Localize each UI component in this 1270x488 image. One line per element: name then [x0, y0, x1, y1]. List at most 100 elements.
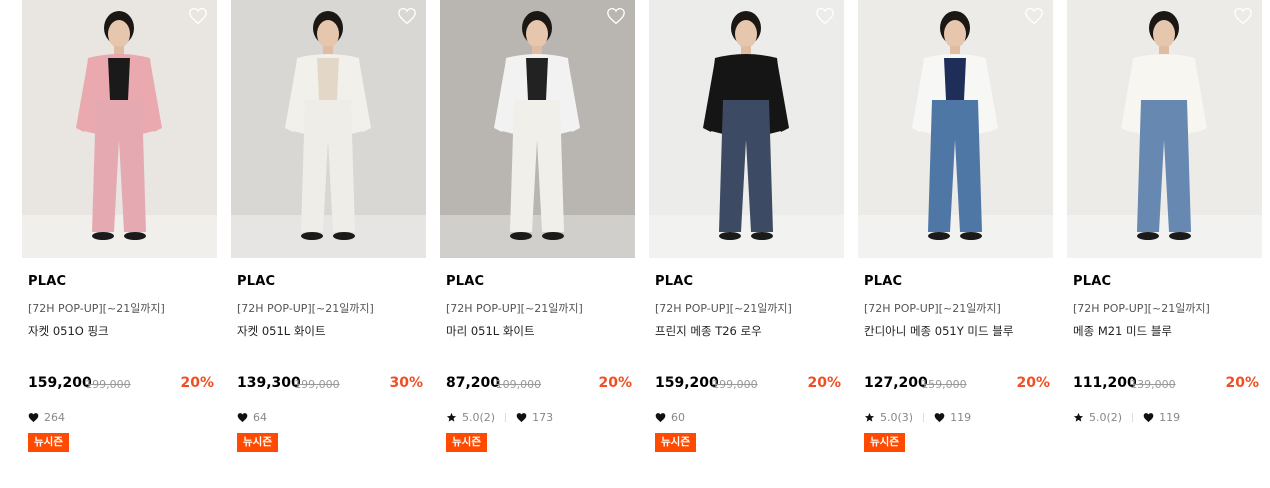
- product-image[interactable]: [22, 0, 217, 258]
- star-icon: [446, 412, 457, 422]
- original-price: 159,000: [921, 378, 967, 391]
- original-price: 139,000: [1130, 378, 1176, 391]
- new-season-badge: 뉴시즌: [864, 433, 905, 452]
- likes: 60: [655, 411, 685, 424]
- product-name[interactable]: 자켓 051O 핑크: [28, 323, 109, 339]
- promo-label: [72H POP-UP][~21일까지]: [28, 302, 165, 315]
- brand-name[interactable]: PLAC: [237, 274, 275, 289]
- product-card[interactable]: PLAC [72H POP-UP][~21일까지] 자켓 051L 화이트 13…: [231, 0, 426, 470]
- likes-count: 264: [44, 410, 65, 424]
- wishlist-heart-outline-icon[interactable]: [1024, 7, 1044, 25]
- brand-name[interactable]: PLAC: [655, 274, 693, 289]
- product-card[interactable]: PLAC [72H POP-UP][~21일까지] 마리 051L 화이트 87…: [440, 0, 635, 470]
- product-image[interactable]: [858, 0, 1053, 258]
- likes-count: 64: [253, 410, 267, 424]
- likes-count: 173: [532, 410, 554, 424]
- original-price: 109,000: [495, 378, 542, 391]
- heart-icon: [237, 412, 248, 422]
- meta-divider: [1132, 412, 1134, 422]
- brand-name[interactable]: PLAC: [446, 274, 484, 289]
- product-image[interactable]: [231, 0, 426, 258]
- product-image[interactable]: [440, 0, 635, 258]
- heart-icon: [1143, 412, 1154, 422]
- rating-value: 5.0(2): [1089, 410, 1123, 424]
- promo-label: [72H POP-UP][~21일까지]: [446, 302, 583, 315]
- product-name[interactable]: 마리 051L 화이트: [446, 323, 535, 339]
- likes: 119: [934, 411, 971, 424]
- product-meta: 5.0(3) 119: [864, 410, 971, 424]
- product-card[interactable]: PLAC [72H POP-UP][~21일까지] 자켓 051O 핑크 159…: [22, 0, 217, 470]
- new-season-badge: 뉴시즌: [655, 433, 696, 452]
- rating: 5.0(2): [446, 411, 495, 424]
- product-photo: [649, 0, 844, 258]
- product-name[interactable]: 자켓 051L 화이트: [237, 323, 326, 339]
- product-image[interactable]: [649, 0, 844, 258]
- heart-icon: [516, 412, 527, 422]
- promo-label: [72H POP-UP][~21일까지]: [864, 302, 1001, 315]
- product-meta: 264: [28, 410, 65, 424]
- sale-price: 127,200: [864, 375, 928, 391]
- new-season-badge: 뉴시즌: [28, 433, 69, 452]
- product-card[interactable]: PLAC [72H POP-UP][~21일까지] 칸디아니 메종 051Y 미…: [858, 0, 1053, 470]
- product-name[interactable]: 메종 M21 미드 블루: [1073, 323, 1172, 339]
- meta-divider: [505, 412, 507, 422]
- product-grid: PLAC [72H POP-UP][~21일까지] 자켓 051O 핑크 159…: [0, 0, 1270, 488]
- product-photo: [22, 0, 217, 258]
- discount-rate: 20%: [1016, 375, 1050, 391]
- sale-price: 111,200: [1073, 375, 1137, 391]
- wishlist-heart-outline-icon[interactable]: [815, 7, 835, 25]
- heart-icon: [28, 412, 39, 422]
- product-name[interactable]: 프린지 메종 T26 로우: [655, 323, 762, 339]
- price-row: 159,200 199,000 20%: [28, 375, 214, 393]
- discount-rate: 30%: [389, 375, 423, 391]
- product-meta: 5.0(2) 173: [446, 410, 553, 424]
- product-meta: 64: [237, 410, 267, 424]
- sale-price: 87,200: [446, 375, 501, 391]
- wishlist-heart-outline-icon[interactable]: [188, 7, 208, 25]
- price-row: 87,200 109,000 20%: [446, 375, 632, 393]
- price-row: 111,200 139,000 20%: [1073, 375, 1259, 393]
- price-row: 127,200 159,000 20%: [864, 375, 1050, 393]
- meta-divider: [923, 412, 925, 422]
- wishlist-heart-outline-icon[interactable]: [606, 7, 626, 25]
- rating-value: 5.0(2): [462, 410, 496, 424]
- likes: 64: [237, 411, 267, 424]
- discount-rate: 20%: [807, 375, 841, 391]
- brand-name[interactable]: PLAC: [28, 274, 66, 289]
- brand-name[interactable]: PLAC: [864, 274, 902, 289]
- discount-rate: 20%: [598, 375, 632, 391]
- product-photo: [231, 0, 426, 258]
- rating-value: 5.0(3): [880, 410, 914, 424]
- product-photo: [440, 0, 635, 258]
- product-photo: [858, 0, 1053, 258]
- likes: 173: [516, 411, 553, 424]
- sale-price: 159,200: [28, 375, 92, 391]
- rating: 5.0(3): [864, 411, 913, 424]
- wishlist-heart-outline-icon[interactable]: [397, 7, 417, 25]
- original-price: 199,000: [85, 378, 131, 391]
- promo-label: [72H POP-UP][~21일까지]: [1073, 302, 1210, 315]
- brand-name[interactable]: PLAC: [1073, 274, 1111, 289]
- likes: 264: [28, 411, 65, 424]
- product-meta: 5.0(2) 119: [1073, 410, 1180, 424]
- likes-count: 119: [950, 410, 972, 424]
- discount-rate: 20%: [1225, 375, 1259, 391]
- star-icon: [864, 412, 875, 422]
- product-card[interactable]: PLAC [72H POP-UP][~21일까지] 프린지 메종 T26 로우 …: [649, 0, 844, 470]
- promo-label: [72H POP-UP][~21일까지]: [237, 302, 374, 315]
- heart-icon: [934, 412, 945, 422]
- discount-rate: 20%: [180, 375, 214, 391]
- original-price: 199,000: [712, 378, 758, 391]
- product-image[interactable]: [1067, 0, 1262, 258]
- likes: 119: [1143, 411, 1180, 424]
- original-price: 199,000: [294, 378, 340, 391]
- promo-label: [72H POP-UP][~21일까지]: [655, 302, 792, 315]
- product-meta: 60: [655, 410, 685, 424]
- wishlist-heart-outline-icon[interactable]: [1233, 7, 1253, 25]
- product-name[interactable]: 칸디아니 메종 051Y 미드 블루: [864, 323, 1013, 339]
- likes-count: 119: [1159, 410, 1181, 424]
- likes-count: 60: [671, 410, 685, 424]
- product-photo: [1067, 0, 1262, 258]
- heart-icon: [655, 412, 666, 422]
- product-card[interactable]: PLAC [72H POP-UP][~21일까지] 메종 M21 미드 블루 1…: [1067, 0, 1262, 470]
